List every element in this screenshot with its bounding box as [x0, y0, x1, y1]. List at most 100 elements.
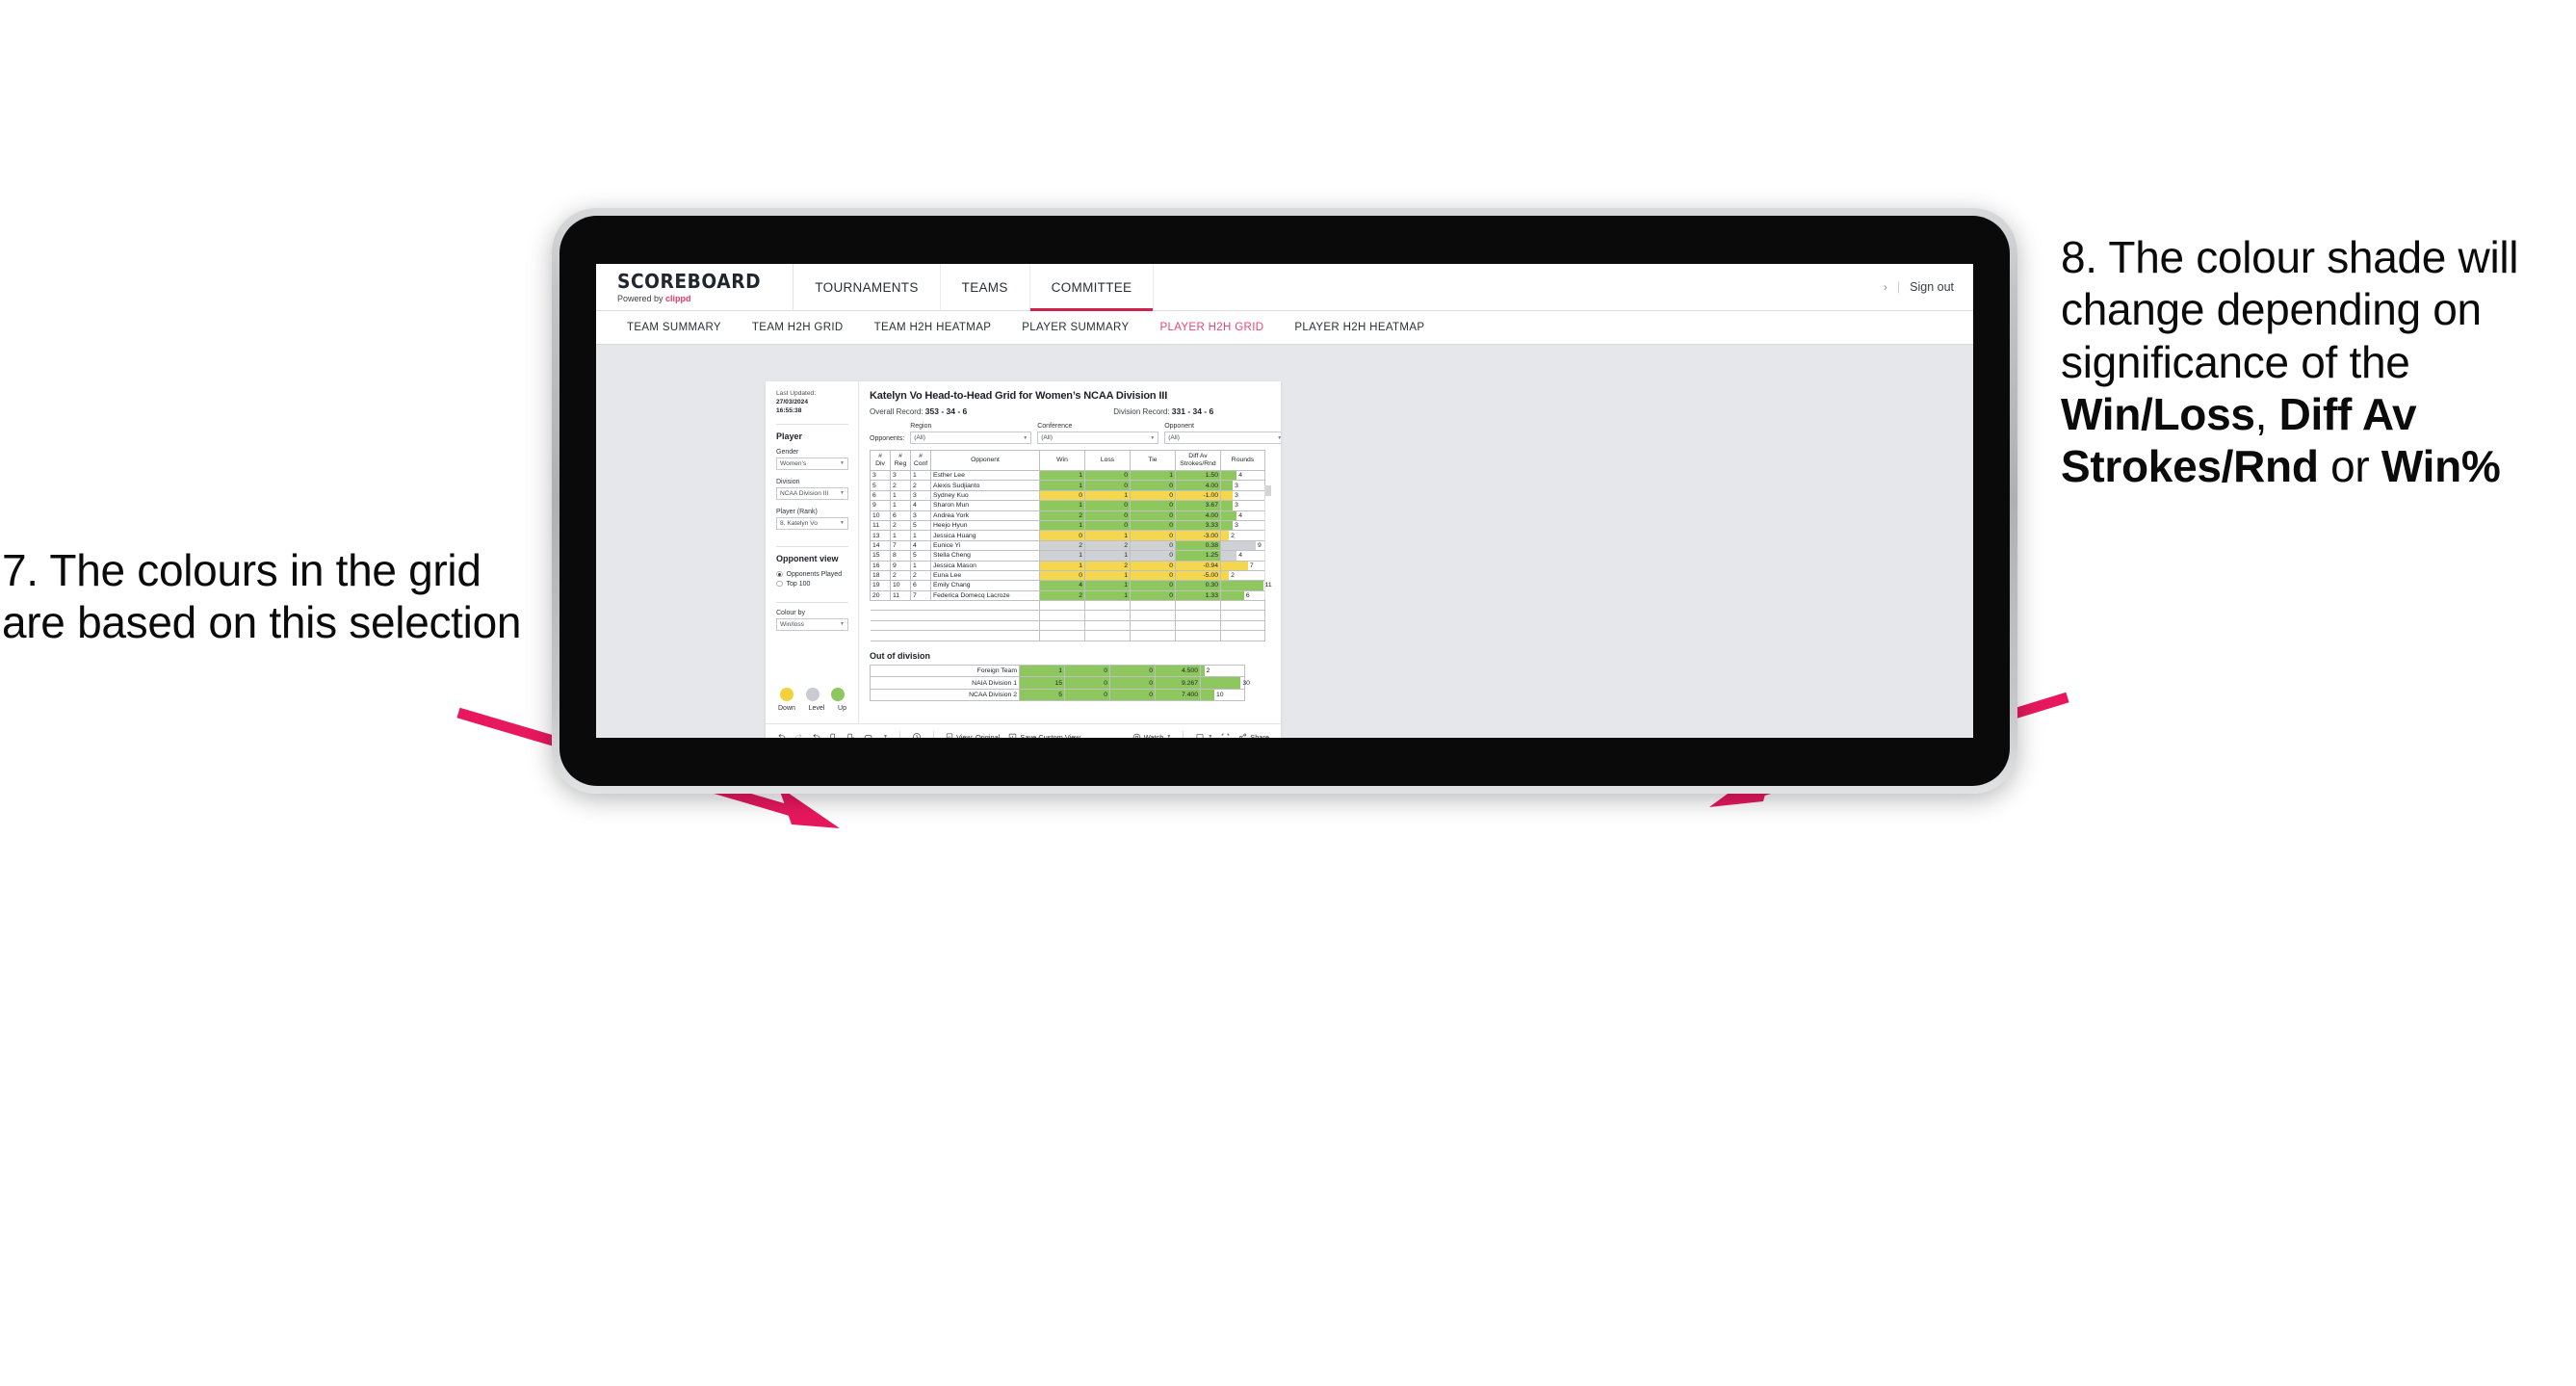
grid-cell-div[interactable]: 18 — [870, 569, 891, 582]
pause-updates-icon[interactable] — [846, 733, 855, 738]
tab-team-summary[interactable]: TEAM SUMMARY — [611, 322, 737, 333]
grid-cell-opponent[interactable]: Heejo Hyun — [930, 519, 1040, 532]
grid-cell-loss[interactable]: 0 — [1084, 469, 1131, 482]
grid-cell-loss[interactable]: 1 — [1084, 569, 1131, 582]
grid-cell-conf[interactable]: 6 — [910, 580, 931, 591]
table-row[interactable]: 9 1 4 Sharon Mun 1 0 0 3.67 3 — [870, 500, 1265, 511]
grid-cell-conf[interactable]: 4 — [910, 539, 931, 552]
ood-cell-name[interactable]: Foreign Team — [870, 664, 1020, 678]
grid-col-header[interactable]: Loss — [1084, 450, 1131, 471]
grid-scrollbar-thumb[interactable] — [1265, 485, 1271, 496]
ood-cell-name[interactable]: NAIA Division 1 — [870, 676, 1020, 690]
ood-cell-rounds[interactable]: 30 — [1200, 676, 1250, 690]
ood-cell-rounds[interactable]: 10 — [1200, 688, 1245, 702]
grid-cell-reg[interactable]: 3 — [890, 469, 911, 482]
grid-cell-opponent[interactable]: Alexis Sudjianto — [930, 480, 1040, 491]
filter-select[interactable]: 8. Katelyn Vo ▼ — [776, 516, 848, 530]
table-row[interactable]: 11 2 5 Heejo Hyun 1 0 0 3.33 3 — [870, 519, 1265, 532]
grid-cell-reg[interactable]: 11 — [890, 589, 911, 602]
ood-cell-loss[interactable]: 0 — [1064, 688, 1110, 702]
table-row[interactable]: 16 9 1 Jessica Mason 1 2 0 -0.94 7 — [870, 560, 1265, 571]
grid-cell-tie[interactable]: 0 — [1130, 589, 1176, 602]
redo-icon[interactable] — [794, 733, 803, 738]
ood-cell-rounds[interactable]: 2 — [1200, 664, 1245, 678]
grid-cell-win[interactable]: 1 — [1039, 560, 1085, 571]
grid-cell-tie[interactable]: 0 — [1130, 510, 1176, 521]
ood-cell-tie[interactable]: 0 — [1109, 664, 1156, 678]
grid-col-header[interactable]: # Div — [870, 450, 891, 471]
grid-cell-rounds[interactable]: 11 — [1220, 580, 1272, 591]
grid-cell-loss[interactable]: 1 — [1084, 580, 1131, 591]
grid-cell-win[interactable]: 4 — [1039, 580, 1085, 591]
grid-cell-opponent[interactable]: Esther Lee — [930, 469, 1040, 482]
ood-cell-name[interactable]: NCAA Division 2 — [870, 688, 1020, 702]
grid-cell-diff[interactable]: 4.00 — [1175, 510, 1221, 521]
ood-cell-diff[interactable]: 9.267 — [1155, 676, 1201, 690]
grid-cell-div[interactable]: 13 — [870, 530, 891, 541]
nav-item-committee[interactable]: COMMITTEE — [1029, 264, 1155, 311]
grid-cell-tie[interactable]: 0 — [1130, 580, 1176, 591]
grid-cell-opponent[interactable]: Eunice Yi — [930, 539, 1040, 552]
grid-cell-conf[interactable]: 1 — [910, 560, 931, 571]
grid-cell-win[interactable]: 0 — [1039, 530, 1085, 541]
tab-player-h2h-grid[interactable]: PLAYER H2H GRID — [1144, 322, 1279, 333]
grid-cell-diff[interactable]: 3.33 — [1175, 519, 1221, 532]
ood-cell-win[interactable]: 5 — [1019, 688, 1065, 702]
grid-cell-opponent[interactable]: Jessica Mason — [930, 560, 1040, 571]
grid-cell-diff[interactable]: 0.38 — [1175, 539, 1221, 552]
grid-cell-diff[interactable]: 1.33 — [1175, 589, 1221, 602]
grid-cell-conf[interactable]: 7 — [910, 589, 931, 602]
grid-cell-rounds[interactable]: 4 — [1220, 510, 1265, 521]
grid-cell-div[interactable]: 6 — [870, 489, 891, 502]
grid-col-header[interactable]: # Conf — [910, 450, 931, 471]
ood-cell-loss[interactable]: 0 — [1064, 676, 1110, 690]
grid-cell-diff[interactable]: 1.50 — [1175, 469, 1221, 482]
grid-cell-conf[interactable]: 3 — [910, 510, 931, 521]
download-button[interactable]: ▼ — [1195, 733, 1212, 738]
grid-cell-reg[interactable]: 1 — [890, 489, 911, 502]
ood-cell-win[interactable]: 15 — [1019, 676, 1065, 690]
grid-cell-tie[interactable]: 0 — [1130, 500, 1176, 511]
grid-cell-conf[interactable]: 1 — [910, 469, 931, 482]
grid-cell-rounds[interactable]: 4 — [1220, 550, 1265, 562]
grid-cell-conf[interactable]: 4 — [910, 500, 931, 511]
grid-cell-win[interactable]: 2 — [1039, 539, 1085, 552]
grid-cell-loss[interactable]: 1 — [1084, 530, 1131, 541]
grid-cell-rounds[interactable]: 3 — [1220, 519, 1265, 532]
table-row[interactable]: 13 1 1 Jessica Huang 0 1 0 -3.00 2 — [870, 530, 1265, 541]
brand-logo[interactable]: SCOREBOARD Powered by clippd — [596, 264, 794, 310]
grid-cell-diff[interactable]: 4.00 — [1175, 480, 1221, 491]
fullscreen-icon[interactable] — [1221, 733, 1230, 739]
grid-cell-reg[interactable]: 6 — [890, 510, 911, 521]
grid-cell-conf[interactable]: 5 — [910, 550, 931, 562]
grid-cell-opponent[interactable]: Sharon Mun — [930, 500, 1040, 511]
ood-cell-tie[interactable]: 0 — [1109, 688, 1156, 702]
grid-cell-conf[interactable]: 3 — [910, 489, 931, 502]
refresh-data-icon[interactable] — [829, 733, 838, 738]
grid-cell-diff[interactable]: 1.25 — [1175, 550, 1221, 562]
grid-cell-rounds[interactable]: 3 — [1220, 489, 1265, 502]
grid-cell-tie[interactable]: 1 — [1130, 469, 1176, 482]
grid-cell-conf[interactable]: 5 — [910, 519, 931, 532]
opponent-filter-select[interactable]: (All) ▼ — [910, 431, 1032, 444]
radio-button[interactable] — [776, 570, 783, 578]
grid-cell-reg[interactable]: 1 — [890, 530, 911, 541]
grid-cell-win[interactable]: 1 — [1039, 550, 1085, 562]
grid-cell-div[interactable]: 20 — [870, 589, 891, 602]
grid-cell-reg[interactable]: 1 — [890, 500, 911, 511]
grid-col-header[interactable]: Opponent — [930, 450, 1040, 471]
view-original-button[interactable]: View: Original — [946, 733, 1000, 738]
table-row[interactable]: 19 10 6 Emily Chang 4 1 0 0.30 11 — [870, 580, 1272, 591]
grid-cell-div[interactable]: 3 — [870, 469, 891, 482]
grid-cell-conf[interactable]: 2 — [910, 480, 931, 491]
opponent-filter-select[interactable]: (All) ▼ — [1164, 431, 1281, 444]
grid-cell-div[interactable]: 9 — [870, 500, 891, 511]
grid-cell-win[interactable]: 1 — [1039, 519, 1085, 532]
filter-select[interactable]: NCAA Division III ▼ — [776, 486, 848, 500]
undo-icon[interactable] — [777, 733, 786, 738]
nav-item-tournaments[interactable]: TOURNAMENTS — [794, 264, 941, 310]
grid-cell-conf[interactable]: 2 — [910, 569, 931, 582]
grid-cell-diff[interactable]: -3.00 — [1175, 530, 1221, 541]
device-layout-icon[interactable] — [864, 733, 874, 738]
grid-cell-tie[interactable]: 0 — [1130, 560, 1176, 571]
